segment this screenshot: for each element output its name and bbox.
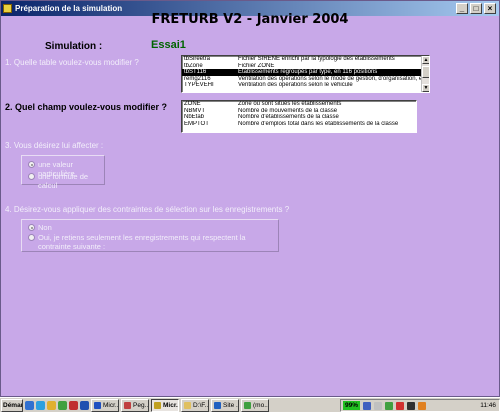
display-icon[interactable] bbox=[407, 401, 416, 410]
simulation-label: Simulation : bbox=[45, 41, 103, 52]
constraint-options-group: Non Oui, je retiens seulement les enregi… bbox=[21, 219, 279, 252]
powerpoint-icon[interactable] bbox=[69, 400, 78, 410]
taskbar-button-label: Peg... bbox=[133, 401, 149, 409]
taskbar-app-icon bbox=[124, 401, 131, 409]
taskbar-button-label: D:\F... bbox=[193, 401, 209, 409]
table-list-item-description: Ventilation des opérations selon le véhi… bbox=[238, 82, 353, 88]
taskbar-button[interactable]: (mo... bbox=[241, 398, 269, 412]
field-list-item-description: Nombre d'emplois total dans les établiss… bbox=[238, 120, 399, 127]
taskbar: Démarrer Micr... Peg... Micr... D:\F... Site… bbox=[0, 397, 500, 412]
antivirus-icon[interactable] bbox=[385, 401, 394, 410]
taskbar-button-label: Micr... bbox=[163, 401, 178, 409]
taskbar-app-icon bbox=[214, 401, 221, 409]
scroll-up-icon[interactable]: ▲ bbox=[422, 56, 429, 64]
option-apply-constraint[interactable]: Oui, je retiens seulement les enregistre… bbox=[28, 233, 268, 251]
folder-icon[interactable] bbox=[47, 400, 56, 410]
table-list-item[interactable]: TYPEVEHI Ventilation des opérations selon… bbox=[182, 82, 429, 89]
field-list-item[interactable]: EMPTOT Nombre d'emplois total dans les ét… bbox=[182, 121, 416, 128]
question-3-label: 3. Vous désirez lui affecter : bbox=[5, 141, 104, 150]
radio-particular-value[interactable] bbox=[28, 161, 35, 168]
table-list-rows: tbSireetra Fichier SIRENE enrichi par la … bbox=[182, 56, 429, 89]
clock: 11:46 bbox=[480, 402, 496, 409]
taskbar-button[interactable]: Micr... bbox=[151, 398, 179, 412]
radio-apply-constraint[interactable] bbox=[28, 234, 35, 241]
table-list-scrollbar[interactable]: ▲ ▼ bbox=[421, 56, 429, 92]
taskbar-app-icon bbox=[154, 401, 161, 409]
excel-icon[interactable] bbox=[58, 400, 67, 410]
table-listbox[interactable]: tbSireetra Fichier SIRENE enrichi par la … bbox=[181, 55, 430, 93]
question-2-label: 2. Quel champ voulez-vous modifier ? bbox=[5, 102, 168, 112]
taskbar-button-label: Micr... bbox=[103, 401, 119, 409]
taskbar-button[interactable]: Site ... bbox=[211, 398, 239, 412]
simulation-name: Essai1 bbox=[151, 39, 186, 51]
word-icon[interactable] bbox=[80, 400, 89, 410]
taskbar-app-icon bbox=[94, 401, 101, 409]
network-icon[interactable] bbox=[363, 401, 372, 410]
desktop-icon[interactable] bbox=[25, 400, 34, 410]
field-list-item-name: EMPTOT bbox=[184, 120, 209, 127]
battery-indicator[interactable]: 99% bbox=[343, 401, 361, 410]
option-formula-label: une formule de calcul bbox=[38, 172, 89, 190]
alert-icon[interactable] bbox=[396, 401, 405, 410]
option-apply-constraint-label: Oui, je retiens seulement les enregistre… bbox=[38, 233, 246, 251]
option-formula[interactable]: une formule de calcul bbox=[28, 172, 104, 190]
system-tray: 99% 11:46 bbox=[340, 399, 500, 412]
field-listbox[interactable]: ZONE Zone où sont situés les établissemen… bbox=[181, 100, 417, 133]
taskbar-app-icon bbox=[244, 401, 251, 409]
radio-formula[interactable] bbox=[28, 173, 35, 180]
volume-icon[interactable] bbox=[374, 401, 383, 410]
taskbar-button[interactable]: Micr... bbox=[91, 398, 119, 412]
radio-no-constraint[interactable] bbox=[28, 224, 35, 231]
taskbar-button-label: (mo... bbox=[253, 401, 269, 409]
simulation-window: Préparation de la simulation _ □ × FRETU… bbox=[0, 0, 500, 397]
start-button[interactable]: Démarrer bbox=[1, 398, 23, 412]
scroll-down-icon[interactable]: ▼ bbox=[422, 84, 429, 92]
assign-options-group: une valeur particulière une formule de c… bbox=[21, 155, 105, 190]
page-title: FRETURB V2 - Janvier 2004 bbox=[151, 12, 349, 27]
table-list-item-name: TYPEVEHI bbox=[184, 82, 214, 88]
option-no-constraint-label: Non bbox=[38, 223, 52, 232]
scroll-thumb[interactable] bbox=[422, 66, 429, 78]
update-icon[interactable] bbox=[418, 401, 427, 410]
taskbar-button[interactable]: Peg... bbox=[121, 398, 149, 412]
question-4-label: 4. Désirez-vous appliquer des contrainte… bbox=[5, 205, 290, 214]
task-buttons: Micr... Peg... Micr... D:\F... Site ... (mo..… bbox=[89, 398, 269, 412]
taskbar-button[interactable]: D:\F... bbox=[181, 398, 209, 412]
option-no-constraint[interactable]: Non bbox=[28, 223, 52, 232]
taskbar-app-icon bbox=[184, 401, 191, 409]
question-1-label: 1. Quelle table voulez-vous modifier ? bbox=[5, 58, 139, 67]
taskbar-button-label: Site ... bbox=[223, 401, 238, 409]
field-list-rows: ZONE Zone où sont situés les établissemen… bbox=[182, 101, 416, 127]
browser-icon[interactable] bbox=[36, 400, 45, 410]
